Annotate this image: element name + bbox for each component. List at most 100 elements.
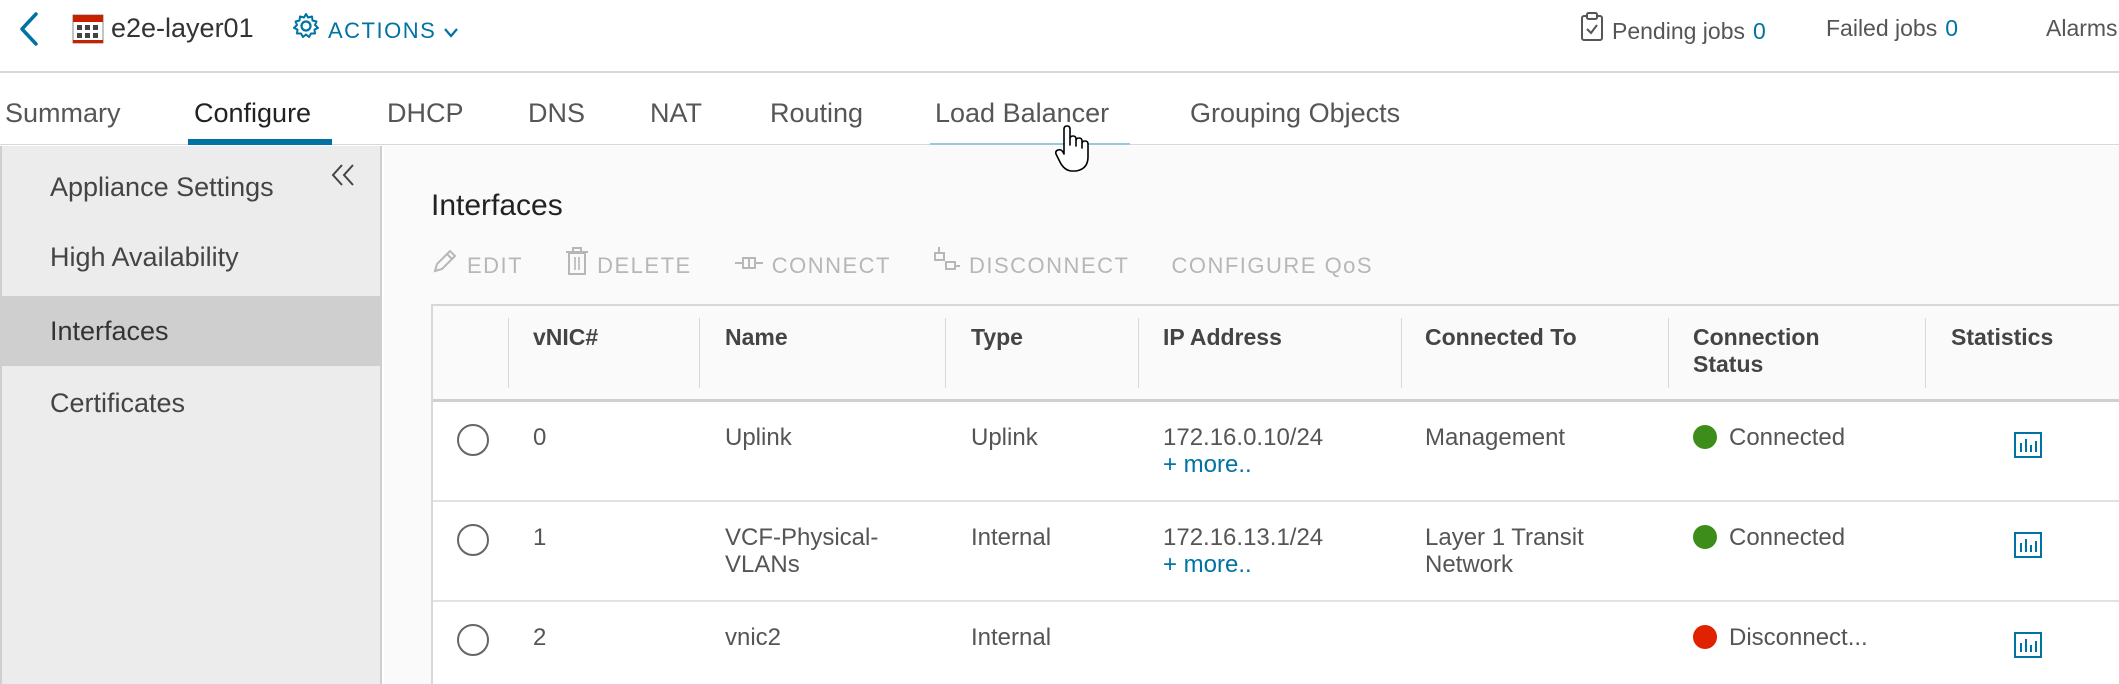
disconnect-plug-icon xyxy=(933,246,961,285)
cell-type: Uplink xyxy=(971,424,1038,451)
cell-type: Internal xyxy=(971,524,1052,551)
active-tab-indicator xyxy=(188,139,332,145)
object-title: e2e-layer01 xyxy=(111,13,254,43)
column-separator xyxy=(1925,318,1926,388)
gear-icon xyxy=(292,12,320,49)
column-header-vnic[interactable]: vNIC# xyxy=(533,306,598,398)
cell-type: Internal xyxy=(971,624,1052,651)
column-header-connection-status[interactable]: Connection Status xyxy=(1693,306,1820,398)
cell-name: vnic2 xyxy=(725,624,782,651)
row-select-radio[interactable] xyxy=(457,624,489,656)
cell-vnic: 0 xyxy=(533,424,547,451)
back-chevron-icon[interactable] xyxy=(14,10,44,48)
column-header-connected-to[interactable]: Connected To xyxy=(1425,306,1577,398)
status-text: Disconnect... xyxy=(1729,624,1868,651)
pending-jobs-label: Pending jobs xyxy=(1612,18,1745,44)
edit-button[interactable]: EDIT xyxy=(431,247,523,284)
edit-label: EDIT xyxy=(467,252,524,278)
delete-label: DELETE xyxy=(597,252,692,278)
column-header-statistics[interactable]: Statistics xyxy=(1951,306,2053,398)
interfaces-panel: Interfaces EDIT DELETE CONNECT DISCONNEC… xyxy=(384,146,2119,684)
sidebar-item-high-availability[interactable]: High Availability xyxy=(2,222,382,292)
tab-dhcp[interactable]: DHCP xyxy=(387,95,464,131)
cell-vnic: 2 xyxy=(533,624,547,651)
disconnect-label: DISCONNECT xyxy=(969,252,1130,278)
pending-jobs-count[interactable]: 0 xyxy=(1753,15,1766,47)
edge-gateway-icon xyxy=(72,14,104,44)
status-text: Connected xyxy=(1729,524,1846,551)
interfaces-toolbar: EDIT DELETE CONNECT DISCONNECT CONFIGURE… xyxy=(431,246,1415,285)
cell-connection-status: Connected xyxy=(1693,424,1845,451)
sidebar-item-certificates[interactable]: Certificates xyxy=(2,368,382,438)
table-row[interactable]: 2 vnic2 Internal Disconnect... xyxy=(433,602,2119,684)
status-disconnected-icon xyxy=(1693,625,1717,649)
tab-grouping-objects[interactable]: Grouping Objects xyxy=(1190,95,1400,131)
column-header-connection-status-line2: Status xyxy=(1693,351,1764,377)
pencil-icon xyxy=(431,247,459,284)
bar-chart-icon[interactable] xyxy=(2013,530,2043,560)
connect-plug-icon xyxy=(734,250,764,282)
sidebar-item-interfaces[interactable]: Interfaces xyxy=(2,296,382,366)
column-separator xyxy=(508,318,509,388)
tab-summary[interactable]: Summary xyxy=(5,95,121,131)
column-separator xyxy=(945,318,946,388)
more-ips-link[interactable]: + more.. xyxy=(1163,451,1323,478)
ip-value: 172.16.13.1/24 xyxy=(1163,524,1324,551)
cell-connection-status: Disconnect... xyxy=(1693,624,1868,651)
actions-menu-button[interactable]: ACTIONS xyxy=(292,12,459,49)
failed-jobs-count[interactable]: 0 xyxy=(1945,12,1958,44)
cell-connection-status: Connected xyxy=(1693,524,1845,551)
row-select-radio[interactable] xyxy=(457,424,489,456)
column-header-name[interactable]: Name xyxy=(725,306,788,398)
chevron-down-icon xyxy=(444,15,459,47)
delete-button[interactable]: DELETE xyxy=(565,246,692,285)
connect-button[interactable]: CONNECT xyxy=(734,250,891,282)
hand-pointer-cursor-icon xyxy=(1054,125,1090,173)
configure-qos-button[interactable]: CONFIGURE QoS xyxy=(1171,250,1373,282)
configure-qos-label: CONFIGURE QoS xyxy=(1171,252,1374,278)
row-select-radio[interactable] xyxy=(457,524,489,556)
configure-sidebar: Appliance Settings High Availability Int… xyxy=(0,146,382,684)
clipboard-check-icon xyxy=(1580,12,1604,50)
datagrid-header: vNIC# Name Type IP Address Connected To … xyxy=(433,306,2119,402)
table-row[interactable]: 1 VCF-Physical-VLANs Internal 172.16.13.… xyxy=(433,502,2119,602)
status-connected-icon xyxy=(1693,425,1717,449)
more-ips-link[interactable]: + more.. xyxy=(1163,551,1323,578)
tab-dns[interactable]: DNS xyxy=(528,95,585,131)
cell-connected-to: Management xyxy=(1425,424,1566,451)
bar-chart-icon[interactable] xyxy=(2013,630,2043,660)
bar-chart-icon[interactable] xyxy=(2013,430,2043,460)
interfaces-datagrid: vNIC# Name Type IP Address Connected To … xyxy=(431,304,2119,684)
column-separator xyxy=(1668,318,1669,388)
failed-jobs-link[interactable]: Failed jobs 0 xyxy=(1826,12,1958,44)
actions-label: ACTIONS xyxy=(328,17,437,43)
cell-ip-address: 172.16.0.10/24 + more.. xyxy=(1163,424,1323,478)
column-header-connection-status-line1: Connection xyxy=(1693,324,1820,350)
tab-nat[interactable]: NAT xyxy=(650,95,702,131)
column-separator xyxy=(699,318,700,388)
table-row[interactable]: 0 Uplink Uplink 172.16.0.10/24 + more.. … xyxy=(433,402,2119,502)
alarms-link[interactable]: Alarms xyxy=(2046,12,2118,44)
object-header: e2e-layer01 ACTIONS Pending jobs 0 Faile… xyxy=(0,0,2119,73)
sidebar-item-appliance-settings[interactable]: Appliance Settings xyxy=(2,152,382,222)
column-header-ip-address[interactable]: IP Address xyxy=(1163,306,1282,398)
trash-icon xyxy=(565,246,589,285)
cell-ip-address: 172.16.13.1/24 + more.. xyxy=(1163,524,1323,578)
hover-tab-indicator xyxy=(930,143,1130,145)
cell-name: Uplink xyxy=(725,424,792,451)
section-title: Interfaces xyxy=(431,189,563,222)
column-separator xyxy=(1138,318,1139,388)
status-connected-icon xyxy=(1693,525,1717,549)
pending-jobs-link[interactable]: Pending jobs 0 xyxy=(1580,12,1766,50)
column-separator xyxy=(1401,318,1402,388)
tab-routing[interactable]: Routing xyxy=(770,95,863,131)
ip-value: 172.16.0.10/24 xyxy=(1163,424,1324,451)
cell-name: VCF-Physical-VLANs xyxy=(725,524,879,578)
column-header-type[interactable]: Type xyxy=(971,306,1023,398)
tab-configure[interactable]: Configure xyxy=(194,95,311,131)
failed-jobs-label: Failed jobs xyxy=(1826,15,1938,41)
status-text: Connected xyxy=(1729,424,1846,451)
disconnect-button[interactable]: DISCONNECT xyxy=(933,246,1129,285)
cell-connected-to: Layer 1 Transit Network xyxy=(1425,524,1584,578)
connect-label: CONNECT xyxy=(771,252,891,278)
